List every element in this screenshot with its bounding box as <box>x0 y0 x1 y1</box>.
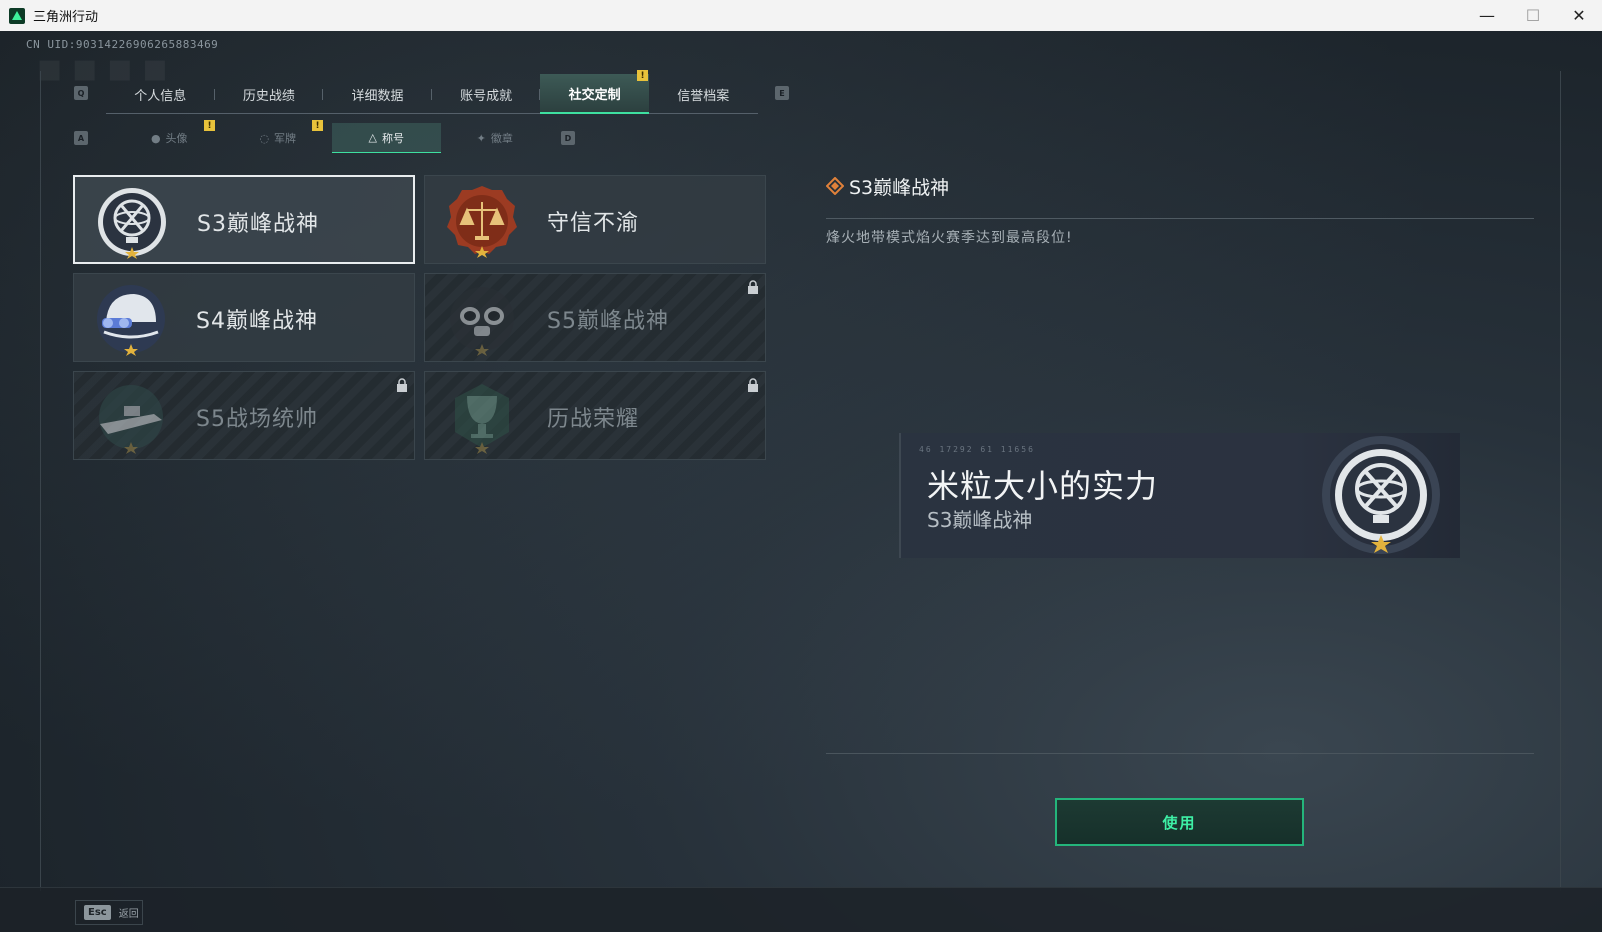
app-logo-icon <box>9 7 25 24</box>
lock-icon <box>748 280 758 294</box>
card-label: S5巅峰战神 <box>547 309 669 334</box>
subtab-label: 军牌 <box>274 132 297 145</box>
use-button[interactable]: 使用 <box>1055 798 1304 846</box>
title-card-s5-commander[interactable]: S5战场统帅 <box>73 371 415 460</box>
detail-title: S3巅峰战神 <box>849 177 950 199</box>
minimize-icon: — <box>1479 6 1495 25</box>
tab-achievements[interactable]: 账号成就 <box>432 74 541 114</box>
back-button[interactable]: Esc 返回 <box>75 900 143 925</box>
close-icon: ✕ <box>1572 6 1586 25</box>
tab-next-key[interactable]: E <box>775 86 789 100</box>
subtab-label: 称号 <box>381 131 404 145</box>
frame-line-left <box>40 71 41 891</box>
helmet-emblem-icon <box>97 285 165 356</box>
title-card-keep-faith[interactable]: 守信不渝 <box>424 175 766 264</box>
tab-personal-info[interactable]: 个人信息 <box>106 74 215 114</box>
badge-icon: ✦ <box>476 131 486 145</box>
card-label: S3巅峰战神 <box>197 212 319 237</box>
subtab-title[interactable]: △ 称号 <box>332 123 441 153</box>
subtab-prev-key[interactable]: A <box>74 131 88 145</box>
detail-description: 烽火地带模式焰火赛季达到最高段位! <box>826 230 1073 246</box>
subtab-label: 徽章 <box>490 132 513 145</box>
detail-divider <box>826 218 1534 219</box>
maximize-icon: ☐ <box>1525 6 1541 25</box>
title-card-s4-peak[interactable]: S4巅峰战神 <box>73 273 415 362</box>
card-label: 守信不渝 <box>547 211 640 236</box>
notification-badge: ! <box>204 120 215 131</box>
esc-key: Esc <box>84 905 111 920</box>
title-card-s5-peak[interactable]: S5巅峰战神 <box>424 273 766 362</box>
tab-social-customize[interactable]: 社交定制 <box>540 74 649 114</box>
window-title: 三角洲行动 <box>33 10 99 25</box>
minimize-button[interactable]: — <box>1464 0 1510 31</box>
title-card-s3-peak[interactable]: S3巅峰战神 <box>73 175 415 264</box>
title-preview-banner: 46 17292 61 11656 米粒大小的实力 S3巅峰战神 <box>899 433 1460 558</box>
diamond-title-icon <box>826 177 844 195</box>
title-icon: △ <box>368 131 377 144</box>
detail-bottom-divider <box>826 753 1534 754</box>
armillary-emblem-icon <box>98 188 166 259</box>
scales-emblem-icon <box>447 186 517 258</box>
card-label: S5战场统帅 <box>196 407 318 432</box>
tab-history[interactable]: 历史战绩 <box>215 74 324 114</box>
trophy-emblem-icon <box>455 384 509 454</box>
preview-title: S3巅峰战神 <box>927 508 1033 532</box>
preview-code: 46 17292 61 11656 <box>919 445 1035 454</box>
lock-icon <box>397 378 407 392</box>
boat-emblem-icon <box>99 385 163 454</box>
lock-icon <box>748 378 758 392</box>
back-label: 返回 <box>118 909 139 920</box>
card-label: 历战荣耀 <box>547 407 640 432</box>
game-stage: ▪▪▪▪ CN UID:9031422690626588346​9 Q E 个人… <box>0 31 1602 932</box>
notification-badge: ! <box>637 70 648 81</box>
tab-reputation[interactable]: 信誉档案 <box>649 74 758 114</box>
notification-badge: ! <box>312 120 323 131</box>
subtab-next-key[interactable]: D <box>561 131 575 145</box>
main-tabs: 个人信息 历史战绩 详细数据 账号成就 社交定制 信誉档案 <box>106 74 758 114</box>
dogtag-icon: ◌ <box>259 131 270 145</box>
preview-player-name: 米粒大小的实力 <box>927 467 1159 505</box>
maximize-button[interactable]: ☐ <box>1510 0 1556 31</box>
player-uid: CN UID:9031422690626588346​9 <box>26 38 219 51</box>
tab-detailed-data[interactable]: 详细数据 <box>323 74 432 114</box>
bottom-bar: Esc 返回 <box>0 887 1602 932</box>
window-titlebar: 三角洲行动 — ☐ ✕ <box>0 0 1602 31</box>
frame-line-right <box>1560 71 1561 891</box>
tab-prev-key[interactable]: Q <box>74 86 88 100</box>
sub-tabs: ● 头像 ◌ 军牌 △ 称号 ✦ 徽章 <box>115 123 549 153</box>
close-button[interactable]: ✕ <box>1556 0 1602 31</box>
subtab-label: 头像 <box>165 132 188 145</box>
card-label: S4巅峰战神 <box>196 309 318 334</box>
gasmask-emblem-icon <box>450 287 514 356</box>
title-card-battle-glory[interactable]: 历战荣耀 <box>424 371 766 460</box>
subtab-badge[interactable]: ✦ 徽章 <box>441 123 550 153</box>
person-icon: ● <box>150 131 161 145</box>
armillary-emblem-icon <box>1322 436 1440 554</box>
